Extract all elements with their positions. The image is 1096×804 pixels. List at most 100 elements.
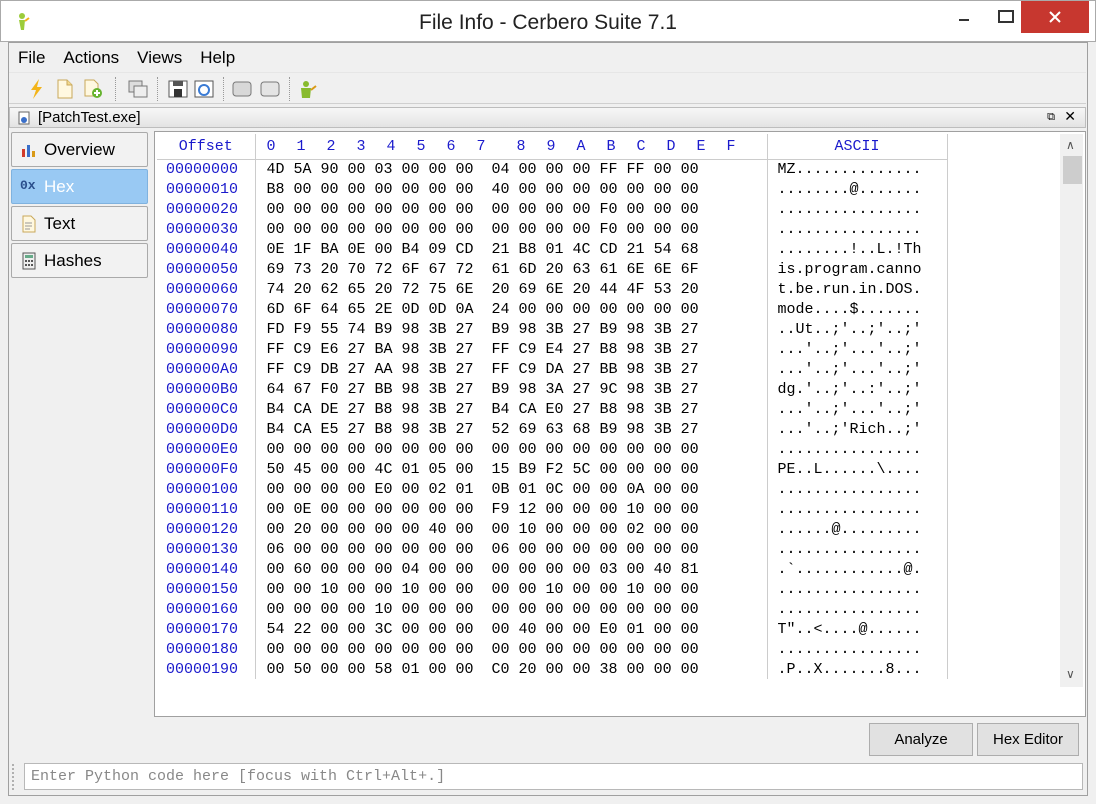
hex-bytes-cell[interactable]: 00 00 00 00 00 00 00 00 00 00 00 00 00 0…: [255, 439, 768, 459]
ascii-cell[interactable]: t.be.run.in.DOS.: [767, 279, 948, 299]
offset-cell[interactable]: 000000E0: [157, 439, 256, 459]
hex-editor-button[interactable]: Hex Editor: [977, 723, 1079, 756]
ascii-cell[interactable]: ..Ut..;'..;'..;': [767, 319, 948, 339]
table-row[interactable]: 00000020 00 00 00 00 00 00 00 00 00 00 00…: [157, 199, 948, 219]
table-row[interactable]: 00000040 0E 1F BA 0E 00 B4 09 CD 21 B8 01…: [157, 239, 948, 259]
hex-bytes-cell[interactable]: 64 67 F0 27 BB 98 3B 27 B9 98 3A 27 9C 9…: [255, 379, 768, 399]
minimize-button[interactable]: [941, 1, 987, 33]
ascii-cell[interactable]: T"..<....@......: [767, 619, 948, 639]
offset-cell[interactable]: 00000190: [157, 659, 256, 679]
ascii-cell[interactable]: .P..X.......8...: [767, 659, 948, 679]
offset-cell[interactable]: 000000D0: [157, 419, 256, 439]
hex-bytes-cell[interactable]: 00 00 00 00 E0 00 02 01 0B 01 0C 00 00 0…: [255, 479, 768, 499]
hex-bytes-cell[interactable]: 00 00 10 00 00 10 00 00 00 00 10 00 00 1…: [255, 579, 768, 599]
offset-cell[interactable]: 000000B0: [157, 379, 256, 399]
table-row[interactable]: 000000E0 00 00 00 00 00 00 00 00 00 00 00…: [157, 439, 948, 459]
hex-bytes-cell[interactable]: B4 CA E5 27 B8 98 3B 27 52 69 63 68 B9 9…: [255, 419, 768, 439]
hex-bytes-cell[interactable]: 00 50 00 00 58 01 00 00 C0 20 00 00 38 0…: [255, 659, 768, 679]
hex-bytes-cell[interactable]: 74 20 62 65 20 72 75 6E 20 69 6E 20 44 4…: [255, 279, 768, 299]
offset-cell[interactable]: 00000140: [157, 559, 256, 579]
table-row[interactable]: 00000070 6D 6F 64 65 2E 0D 0D 0A 24 00 00…: [157, 299, 948, 319]
offset-cell[interactable]: 00000080: [157, 319, 256, 339]
tab-hex[interactable]: 0x Hex: [11, 169, 148, 204]
tab-hashes[interactable]: Hashes: [11, 243, 148, 278]
offset-cell[interactable]: 00000010: [157, 179, 256, 199]
refresh-icon[interactable]: [193, 78, 215, 100]
table-row[interactable]: 00000140 00 60 00 00 00 04 00 00 00 00 00…: [157, 559, 948, 579]
offset-cell[interactable]: 00000180: [157, 639, 256, 659]
table-row[interactable]: 000000F0 50 45 00 00 4C 01 05 00 15 B9 F2…: [157, 459, 948, 479]
table-row[interactable]: 00000000 4D 5A 90 00 03 00 00 00 04 00 00…: [157, 159, 948, 179]
panel-left-icon[interactable]: [231, 78, 253, 100]
tab-overview[interactable]: Overview: [11, 132, 148, 167]
hex-bytes-cell[interactable]: 06 00 00 00 00 00 00 00 06 00 00 00 00 0…: [255, 539, 768, 559]
close-window-button[interactable]: [1021, 1, 1089, 33]
offset-cell[interactable]: 00000000: [157, 159, 256, 179]
offset-cell[interactable]: 00000160: [157, 599, 256, 619]
table-row[interactable]: 00000160 00 00 00 00 10 00 00 00 00 00 00…: [157, 599, 948, 619]
ascii-cell[interactable]: ................: [767, 539, 948, 559]
menu-help[interactable]: Help: [191, 43, 244, 71]
hex-bytes-cell[interactable]: B4 CA DE 27 B8 98 3B 27 B4 CA E0 27 B8 9…: [255, 399, 768, 419]
hex-bytes-cell[interactable]: 00 60 00 00 00 04 00 00 00 00 00 00 03 0…: [255, 559, 768, 579]
table-row[interactable]: 00000180 00 00 00 00 00 00 00 00 00 00 00…: [157, 639, 948, 659]
offset-cell[interactable]: 000000C0: [157, 399, 256, 419]
add-file-icon[interactable]: [82, 78, 104, 100]
table-row[interactable]: 00000050 69 73 20 70 72 6F 67 72 61 6D 20…: [157, 259, 948, 279]
scroll-down-icon[interactable]: ∨: [1066, 667, 1075, 681]
offset-cell[interactable]: 00000020: [157, 199, 256, 219]
offset-cell[interactable]: 000000A0: [157, 359, 256, 379]
hex-bytes-cell[interactable]: 00 00 00 00 00 00 00 00 00 00 00 00 00 0…: [255, 639, 768, 659]
vertical-scrollbar[interactable]: ∧ ∨: [1060, 134, 1083, 687]
hex-bytes-cell[interactable]: FF C9 DB 27 AA 98 3B 27 FF C9 DA 27 BB 9…: [255, 359, 768, 379]
offset-cell[interactable]: 00000070: [157, 299, 256, 319]
offset-cell[interactable]: 00000090: [157, 339, 256, 359]
plugin-icon[interactable]: [296, 78, 318, 100]
table-row[interactable]: 00000190 00 50 00 00 58 01 00 00 C0 20 00…: [157, 659, 948, 679]
table-row[interactable]: 00000010 B8 00 00 00 00 00 00 00 40 00 00…: [157, 179, 948, 199]
ascii-cell[interactable]: ................: [767, 219, 948, 239]
offset-cell[interactable]: 00000120: [157, 519, 256, 539]
ascii-cell[interactable]: PE..L......\....: [767, 459, 948, 479]
table-row[interactable]: 00000170 54 22 00 00 3C 00 00 00 00 40 00…: [157, 619, 948, 639]
table-row[interactable]: 00000110 00 0E 00 00 00 00 00 00 F9 12 00…: [157, 499, 948, 519]
table-row[interactable]: 00000090 FF C9 E6 27 BA 98 3B 27 FF C9 E4…: [157, 339, 948, 359]
ascii-cell[interactable]: ...'..;'Rich..;': [767, 419, 948, 439]
ascii-cell[interactable]: is.program.canno: [767, 259, 948, 279]
lightning-icon[interactable]: [26, 78, 48, 100]
ascii-cell[interactable]: ................: [767, 599, 948, 619]
scrollbar-thumb[interactable]: [1063, 156, 1082, 184]
table-row[interactable]: 00000150 00 00 10 00 00 10 00 00 00 00 10…: [157, 579, 948, 599]
table-row[interactable]: 00000120 00 20 00 00 00 00 40 00 00 10 00…: [157, 519, 948, 539]
ascii-cell[interactable]: ...'..;'...'..;': [767, 359, 948, 379]
offset-cell[interactable]: 00000030: [157, 219, 256, 239]
hex-bytes-cell[interactable]: FD F9 55 74 B9 98 3B 27 B9 98 3B 27 B9 9…: [255, 319, 768, 339]
scroll-up-icon[interactable]: ∧: [1066, 138, 1075, 152]
table-row[interactable]: 000000B0 64 67 F0 27 BB 98 3B 27 B9 98 3A…: [157, 379, 948, 399]
float-window-icon[interactable]: ⧉: [1047, 111, 1055, 124]
table-row[interactable]: 00000030 00 00 00 00 00 00 00 00 00 00 00…: [157, 219, 948, 239]
ascii-cell[interactable]: dg.'..;'..:'..;': [767, 379, 948, 399]
ascii-cell[interactable]: .`............@.: [767, 559, 948, 579]
menu-file[interactable]: File: [9, 43, 54, 71]
windows-icon[interactable]: [127, 78, 149, 100]
table-row[interactable]: 00000060 74 20 62 65 20 72 75 6E 20 69 6E…: [157, 279, 948, 299]
hex-bytes-cell[interactable]: 6D 6F 64 65 2E 0D 0D 0A 24 00 00 00 00 0…: [255, 299, 768, 319]
hex-bytes-cell[interactable]: 50 45 00 00 4C 01 05 00 15 B9 F2 5C 00 0…: [255, 459, 768, 479]
panel-right-icon[interactable]: [259, 78, 281, 100]
table-row[interactable]: 00000100 00 00 00 00 E0 00 02 01 0B 01 0C…: [157, 479, 948, 499]
offset-cell[interactable]: 00000170: [157, 619, 256, 639]
ascii-cell[interactable]: ......@.........: [767, 519, 948, 539]
ascii-cell[interactable]: ................: [767, 479, 948, 499]
ascii-cell[interactable]: MZ..............: [767, 159, 948, 179]
hex-bytes-cell[interactable]: 00 0E 00 00 00 00 00 00 F9 12 00 00 00 1…: [255, 499, 768, 519]
offset-cell[interactable]: 00000100: [157, 479, 256, 499]
offset-cell[interactable]: 00000150: [157, 579, 256, 599]
ascii-cell[interactable]: ........@.......: [767, 179, 948, 199]
tab-text[interactable]: Text: [11, 206, 148, 241]
menu-views[interactable]: Views: [128, 43, 191, 71]
table-row[interactable]: 000000A0 FF C9 DB 27 AA 98 3B 27 FF C9 DA…: [157, 359, 948, 379]
offset-cell[interactable]: 00000050: [157, 259, 256, 279]
table-row[interactable]: 000000C0 B4 CA DE 27 B8 98 3B 27 B4 CA E0…: [157, 399, 948, 419]
offset-cell[interactable]: 00000040: [157, 239, 256, 259]
